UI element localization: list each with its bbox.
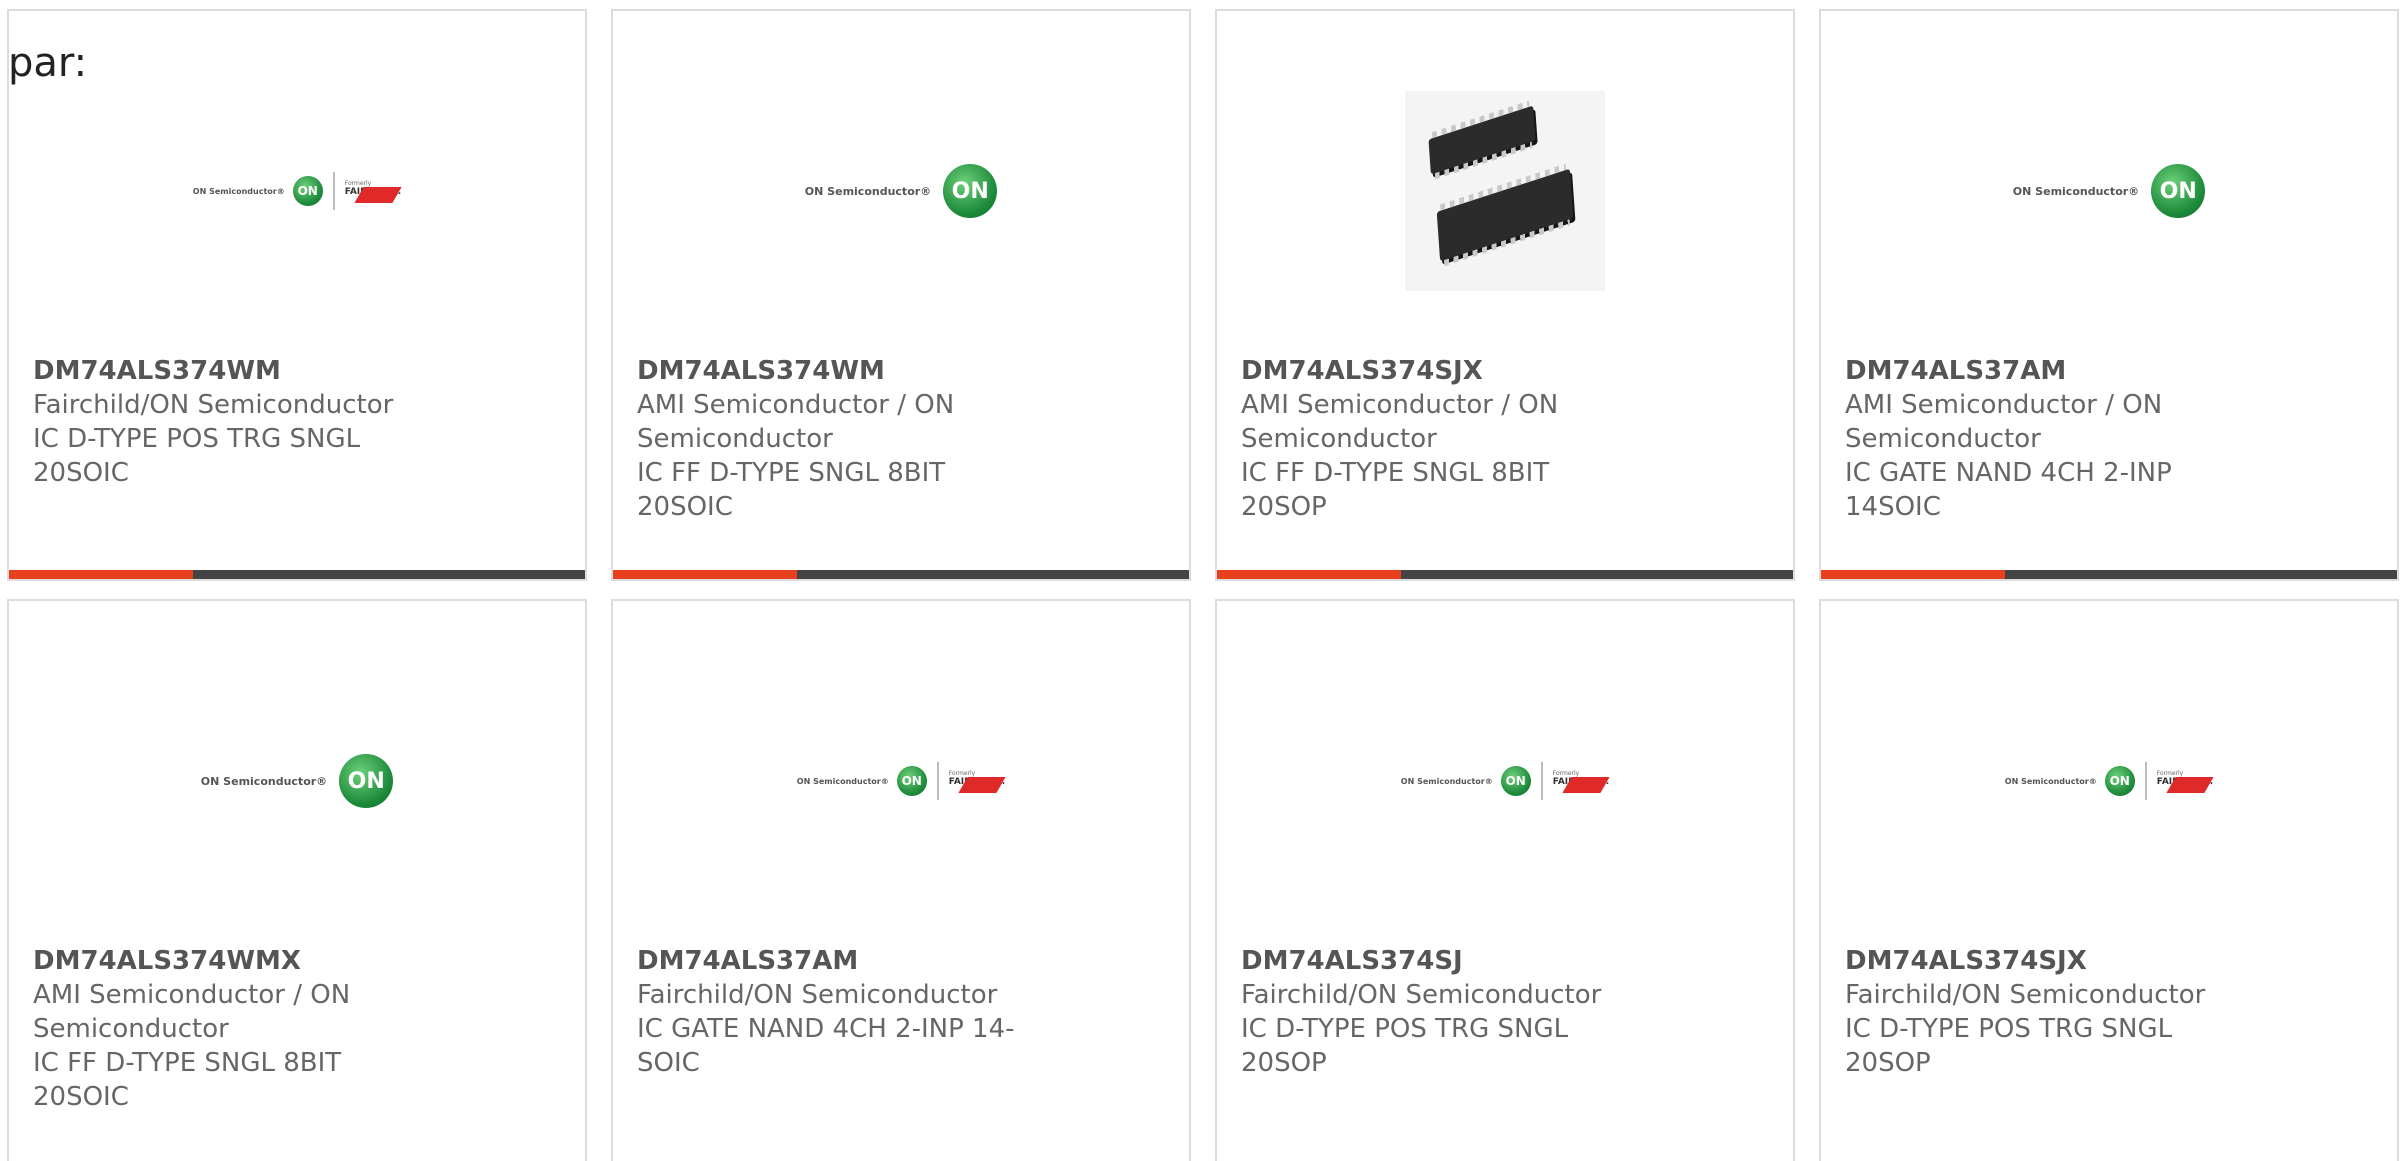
part-number-link[interactable]: DM74ALS37AM xyxy=(1845,354,2235,388)
card-accent-bar xyxy=(613,570,1189,579)
on-logo-icon: ON xyxy=(292,176,323,206)
on-semiconductor-wordmark: ON Semiconductor® xyxy=(1400,776,1493,786)
product-image: ON Semiconductor® ON Formerly FAIRCHILD. xyxy=(9,71,585,311)
manufacturer-name: AMI Semiconductor / ON Semiconductor xyxy=(33,980,351,1044)
part-number-link[interactable]: DM74ALS37AM xyxy=(637,944,1027,978)
product-description: IC FF D-TYPE SNGL 8BIT 20SOIC xyxy=(33,1048,342,1112)
logo-divider xyxy=(2144,762,2147,800)
product-description: IC GATE NAND 4CH 2-INP 14SOIC xyxy=(1845,458,2172,522)
product-card[interactable]: ON Semiconductor® ON Formerly FAIRCHILD.… xyxy=(611,599,1191,1161)
product-info: DM74ALS374SJX AMI Semiconductor / ON Sem… xyxy=(1241,354,1631,524)
product-image xyxy=(1217,71,1793,311)
fairchild-logo: Formerly FAIRCHILD. xyxy=(344,179,402,203)
product-description: IC FF D-TYPE SNGL 8BIT 20SOP xyxy=(1241,458,1550,522)
product-description: IC GATE NAND 4CH 2-INP 14-SOIC xyxy=(637,1014,1015,1078)
manufacturer-name: Fairchild/ON Semiconductor xyxy=(33,390,394,420)
formerly-label: Formerly xyxy=(1552,769,1580,777)
formerly-label: Formerly xyxy=(2156,769,2184,777)
part-number-link[interactable]: DM74ALS374WM xyxy=(33,354,423,388)
on-fairchild-logo: ON Semiconductor® ON Formerly FAIRCHILD. xyxy=(192,172,402,210)
product-image: ON Semiconductor® ON Formerly FAIRCHILD. xyxy=(1821,661,2397,901)
on-semiconductor-wordmark: ON Semiconductor® xyxy=(804,184,932,198)
fairchild-logo: Formerly FAIRCHILD. xyxy=(948,769,1006,793)
product-info: DM74ALS374SJX Fairchild/ON Semiconductor… xyxy=(1845,944,2235,1080)
product-image: ON Semiconductor® ON xyxy=(613,71,1189,311)
listing-prefix: par: xyxy=(8,40,88,86)
product-card[interactable]: DM74ALS374SJX AMI Semiconductor / ON Sem… xyxy=(1215,9,1795,581)
formerly-label: Formerly xyxy=(344,179,372,187)
product-card[interactable]: ON Semiconductor® ON Formerly FAIRCHILD.… xyxy=(7,9,587,581)
on-logo-icon: ON xyxy=(1500,766,1531,796)
fairchild-slash-icon xyxy=(958,776,1006,793)
on-semiconductor-logo: ON Semiconductor® ON xyxy=(200,754,394,808)
product-grid: ON Semiconductor® ON Formerly FAIRCHILD.… xyxy=(7,9,2399,1161)
on-fairchild-logo: ON Semiconductor® ON Formerly FAIRCHILD. xyxy=(1400,762,1610,800)
product-description: IC FF D-TYPE SNGL 8BIT 20SOIC xyxy=(637,458,946,522)
product-card[interactable]: ON Semiconductor® ON DM74ALS37AM AMI Sem… xyxy=(1819,9,2399,581)
manufacturer-name: Fairchild/ON Semiconductor xyxy=(1241,980,1602,1010)
card-accent-bar xyxy=(9,570,585,579)
manufacturer-name: AMI Semiconductor / ON Semiconductor xyxy=(1845,390,2163,454)
part-number-link[interactable]: DM74ALS374SJX xyxy=(1241,354,1631,388)
product-description: IC D-TYPE POS TRG SNGL 20SOP xyxy=(1845,1014,2173,1078)
on-logo-icon: ON xyxy=(943,164,998,218)
logo-divider xyxy=(936,762,939,800)
on-semiconductor-logo: ON Semiconductor® ON xyxy=(804,164,998,218)
formerly-label: Formerly xyxy=(948,769,976,777)
on-semiconductor-wordmark: ON Semiconductor® xyxy=(2004,776,2097,786)
ic-chip-photo xyxy=(1405,91,1605,291)
product-info: DM74ALS374SJ Fairchild/ON Semiconductor … xyxy=(1241,944,1631,1080)
on-fairchild-logo: ON Semiconductor® ON Formerly FAIRCHILD. xyxy=(2004,762,2214,800)
part-number-link[interactable]: DM74ALS374WMX xyxy=(33,944,423,978)
part-number-link[interactable]: DM74ALS374WM xyxy=(637,354,1027,388)
fairchild-slash-icon xyxy=(354,186,402,203)
on-semiconductor-logo: ON Semiconductor® ON xyxy=(2012,164,2206,218)
card-accent-bar xyxy=(1821,570,2397,579)
fairchild-logo: Formerly FAIRCHILD. xyxy=(1552,769,1610,793)
product-image: ON Semiconductor® ON Formerly FAIRCHILD. xyxy=(1217,661,1793,901)
product-card[interactable]: ON Semiconductor® ON DM74ALS374WMX AMI S… xyxy=(7,599,587,1161)
product-info: DM74ALS374WMX AMI Semiconductor / ON Sem… xyxy=(33,944,423,1114)
on-logo-icon: ON xyxy=(2151,164,2206,218)
part-number-link[interactable]: DM74ALS374SJ xyxy=(1241,944,1631,978)
manufacturer-name: Fairchild/ON Semiconductor xyxy=(637,980,998,1010)
soic-chip-icon xyxy=(1436,163,1574,267)
product-card[interactable]: ON Semiconductor® ON Formerly FAIRCHILD.… xyxy=(1215,599,1795,1161)
on-logo-icon: ON xyxy=(339,754,394,808)
soic-chip-icon xyxy=(1428,100,1536,180)
product-info: DM74ALS374WM Fairchild/ON Semiconductor … xyxy=(33,354,423,490)
manufacturer-name: AMI Semiconductor / ON Semiconductor xyxy=(637,390,955,454)
on-logo-icon: ON xyxy=(2104,766,2135,796)
product-info: DM74ALS374WM AMI Semiconductor / ON Semi… xyxy=(637,354,1027,524)
on-semiconductor-wordmark: ON Semiconductor® xyxy=(796,776,889,786)
product-card[interactable]: ON Semiconductor® ON DM74ALS374WM AMI Se… xyxy=(611,9,1191,581)
on-logo-icon: ON xyxy=(896,766,927,796)
product-card[interactable]: ON Semiconductor® ON Formerly FAIRCHILD.… xyxy=(1819,599,2399,1161)
product-info: DM74ALS37AM AMI Semiconductor / ON Semic… xyxy=(1845,354,2235,524)
product-image: ON Semiconductor® ON xyxy=(9,661,585,901)
product-listing-page: par: ON Semiconductor® ON Formerly FAIRC… xyxy=(0,0,2400,1161)
on-semiconductor-wordmark: ON Semiconductor® xyxy=(2012,184,2140,198)
logo-divider xyxy=(332,172,335,210)
on-semiconductor-wordmark: ON Semiconductor® xyxy=(200,774,328,788)
logo-divider xyxy=(1540,762,1543,800)
on-semiconductor-wordmark: ON Semiconductor® xyxy=(192,186,285,196)
on-fairchild-logo: ON Semiconductor® ON Formerly FAIRCHILD. xyxy=(796,762,1006,800)
product-description: IC D-TYPE POS TRG SNGL 20SOP xyxy=(1241,1014,1569,1078)
fairchild-slash-icon xyxy=(1562,776,1610,793)
fairchild-logo: Formerly FAIRCHILD. xyxy=(2156,769,2214,793)
product-image: ON Semiconductor® ON xyxy=(1821,71,2397,311)
manufacturer-name: Fairchild/ON Semiconductor xyxy=(1845,980,2206,1010)
fairchild-slash-icon xyxy=(2166,776,2214,793)
manufacturer-name: AMI Semiconductor / ON Semiconductor xyxy=(1241,390,1559,454)
product-description: IC D-TYPE POS TRG SNGL 20SOIC xyxy=(33,424,361,488)
product-info: DM74ALS37AM Fairchild/ON Semiconductor I… xyxy=(637,944,1027,1080)
card-accent-bar xyxy=(1217,570,1793,579)
product-image: ON Semiconductor® ON Formerly FAIRCHILD. xyxy=(613,661,1189,901)
part-number-link[interactable]: DM74ALS374SJX xyxy=(1845,944,2235,978)
